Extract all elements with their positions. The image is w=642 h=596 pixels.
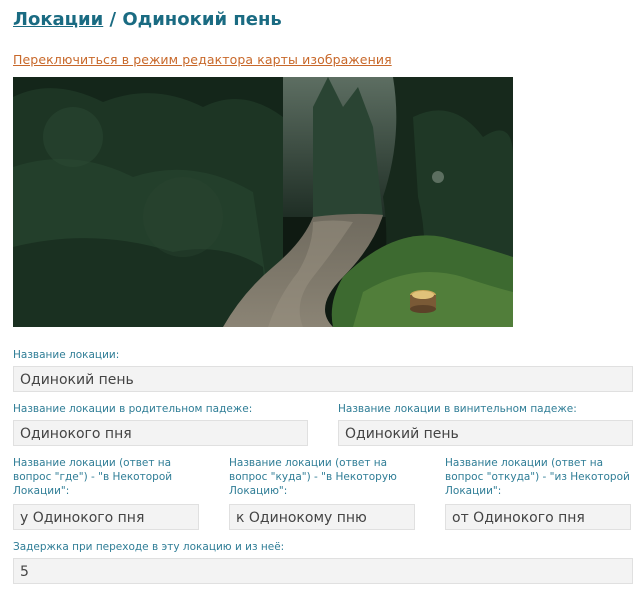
transition-delay-input[interactable]: 5 [13, 558, 633, 584]
page: Локации / Одинокий пень Переключиться в … [0, 0, 642, 596]
breadcrumb-locations-link[interactable]: Локации [13, 9, 103, 30]
genitive-name-label: Название локации в родительном падеже: [13, 403, 253, 415]
location-name-input[interactable]: Одинокий пень [13, 366, 633, 392]
location-image [13, 77, 513, 327]
transition-delay-label: Задержка при переходе в эту локацию и из… [13, 541, 285, 553]
accusative-name-label: Название локации в винительном падеже: [338, 403, 577, 415]
page-title: Локации / Одинокий пень [13, 9, 282, 30]
breadcrumb-separator: / [103, 9, 123, 30]
where-name-label: Название локации (ответ на вопрос "где")… [13, 457, 173, 497]
whence-name-input[interactable]: от Одинокого пня [445, 504, 631, 530]
genitive-name-input[interactable]: Одинокого пня [13, 420, 308, 446]
accusative-name-input[interactable]: Одинокий пень [338, 420, 633, 446]
whither-name-label: Название локации (ответ на вопрос "куда"… [229, 457, 397, 497]
whence-name-label: Название локации (ответ на вопрос "откуд… [445, 457, 630, 497]
switch-to-image-map-editor-link[interactable]: Переключиться в режим редактора карты из… [13, 52, 392, 67]
breadcrumb-current: Одинокий пень [122, 9, 282, 30]
location-name-label: Название локации: [13, 349, 120, 361]
whither-name-input[interactable]: к Одинокому пню [229, 504, 415, 530]
where-name-input[interactable]: у Одинокого пня [13, 504, 199, 530]
